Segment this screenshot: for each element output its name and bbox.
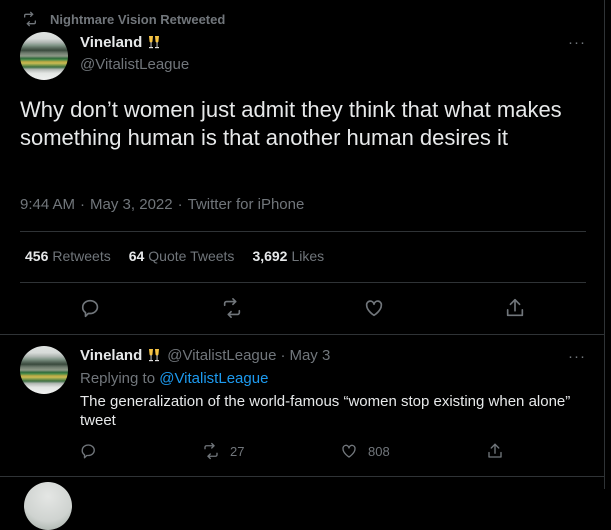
divider [0,476,604,477]
meta-separator: · [80,196,86,213]
author-handle[interactable]: @VitalistLeague [167,347,276,364]
champagne-emoji-icon [149,348,160,361]
quote-tweets-stat[interactable]: 64 Quote Tweets [129,248,235,264]
avatar[interactable] [20,32,68,80]
author-handle[interactable]: @VitalistLeague [80,56,189,73]
reply-actions: 27 808 [0,442,604,462]
retweet-icon [24,11,36,27]
tweet-actions [0,297,604,321]
retweet-context-label: Nightmare Vision Retweeted [50,11,226,27]
reply-text: The generalization of the world-famous “… [80,393,571,429]
replying-handle-link[interactable]: @VitalistLeague [159,370,268,387]
timeline-column: Nightmare Vision Retweeted Vineland @Vit… [0,0,605,530]
reply-icon[interactable] [80,297,102,319]
display-name[interactable]: Vineland [80,347,142,364]
retweets-label: Retweets [52,248,111,264]
meta-separator: · [280,347,286,364]
tweet-date[interactable]: May 3, 2022 [90,196,173,213]
likes-stat[interactable]: 3,692 Likes [252,248,324,264]
retweet-count: 27 [230,443,245,459]
share-icon [488,443,502,458]
retweet-button[interactable]: 27 [202,442,244,460]
retweet-context[interactable]: Nightmare Vision Retweeted [22,10,225,28]
tweet-text: Why don’t women just admit they think th… [20,97,562,150]
avatar[interactable] [20,346,68,394]
divider [0,334,604,335]
likes-label: Likes [291,248,325,264]
reply-button[interactable] [80,442,108,460]
replying-to: Replying to @VitalistLeague [80,370,268,387]
tweet-stats: 456 Retweets 64 Quote Tweets 3,692 Likes [25,248,342,264]
divider [20,231,586,232]
replying-prefix: Replying to [80,370,156,387]
retweet-icon[interactable] [221,297,243,319]
retweet-icon [204,442,218,460]
display-name[interactable]: Vineland [80,34,142,51]
heart-icon[interactable] [363,297,385,319]
more-icon[interactable]: ··· [568,348,586,365]
meta-separator: · [177,196,183,213]
retweets-stat[interactable]: 456 Retweets [25,248,111,264]
reply-header: Vineland @VitalistLeague · May 3 [80,347,330,364]
like-button[interactable]: 808 [340,442,390,460]
author-name[interactable]: Vineland [80,34,162,51]
divider [20,282,586,283]
share-button[interactable] [486,442,514,460]
more-icon[interactable]: ··· [568,34,586,51]
likes-count: 3,692 [252,248,288,264]
tweet-time[interactable]: 9:44 AM [20,196,75,213]
reply-date[interactable]: May 3 [289,347,330,364]
champagne-emoji-icon [149,35,160,48]
avatar[interactable] [24,482,72,530]
tweet-source[interactable]: Twitter for iPhone [188,196,305,213]
quotes-count: 64 [128,248,145,264]
heart-icon [342,444,356,458]
quotes-label: Quote Tweets [148,248,235,264]
like-count: 808 [368,443,390,459]
retweets-count: 456 [25,248,49,264]
tweet-meta: 9:44 AM · May 3, 2022 · Twitter for iPho… [20,196,304,213]
share-icon[interactable] [504,297,526,319]
reply-icon [81,444,95,459]
